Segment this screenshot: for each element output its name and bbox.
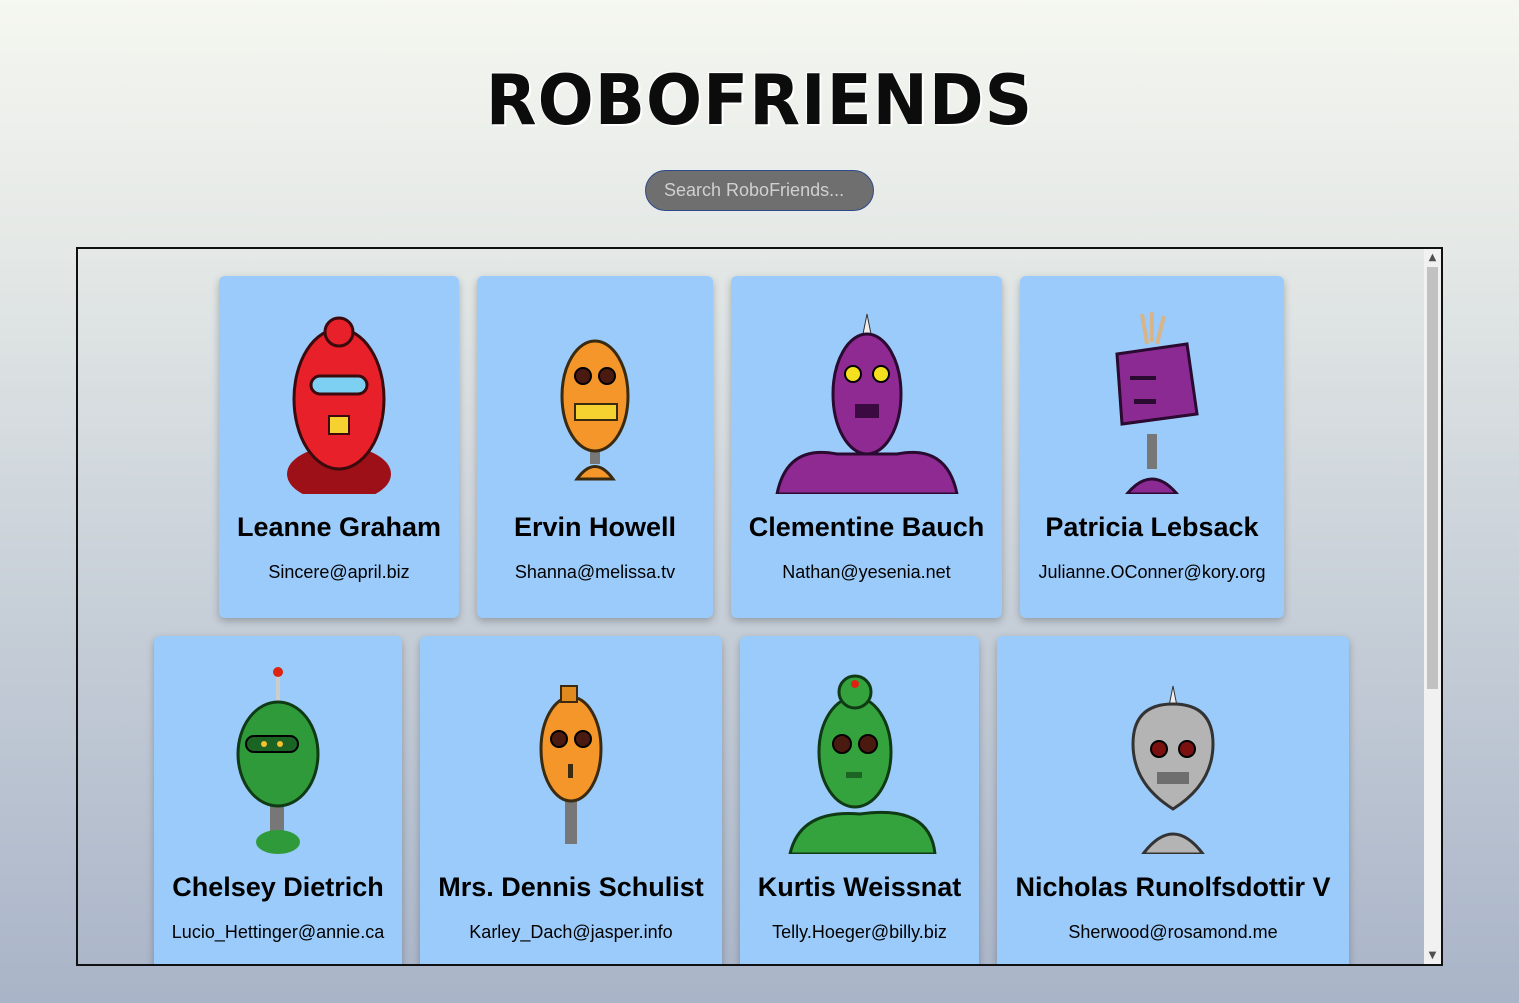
- robot-email: Telly.Hoeger@billy.biz: [772, 922, 947, 942]
- robot-name: Clementine Bauch: [748, 512, 985, 542]
- robot-name: Patricia Lebsack: [1045, 512, 1259, 542]
- robot-email: Sherwood@rosamond.me: [1068, 922, 1278, 942]
- robot-email: Karley_Dach@jasper.info: [469, 922, 673, 942]
- robot-name: Leanne Graham: [236, 512, 442, 542]
- robot-card[interactable]: Kurtis Weissnat Telly.Hoeger@billy.biz: [740, 636, 979, 964]
- robot-card[interactable]: Clementine Bauch Nathan@yesenia.net: [731, 276, 1002, 618]
- page-title: RoboFriends: [485, 60, 1034, 141]
- search-input[interactable]: [645, 170, 874, 211]
- robot-email: Shanna@melissa.tv: [514, 562, 676, 582]
- red-robot-icon: [287, 316, 391, 494]
- robot-email: Lucio_Hettinger@annie.ca: [171, 922, 385, 942]
- robot-name: Ervin Howell: [513, 512, 677, 542]
- vertical-scrollbar[interactable]: ▲ ▼: [1424, 249, 1441, 964]
- purple-robot-icon: [1115, 312, 1199, 494]
- robot-email: Sincere@april.biz: [268, 562, 410, 582]
- scrollbar-thumb[interactable]: [1427, 267, 1438, 689]
- green-robot-icon: [787, 674, 937, 854]
- scroll-up-arrow-icon[interactable]: ▲: [1424, 249, 1441, 266]
- robot-name: Nicholas Runolfsdottir V: [1015, 872, 1331, 902]
- purple-robot-icon: [774, 313, 959, 494]
- robot-card[interactable]: Mrs. Dennis Schulist Karley_Dach@jasper.…: [420, 636, 722, 964]
- robot-name: Chelsey Dietrich: [172, 872, 384, 902]
- orange-robot-icon: [560, 339, 630, 481]
- robot-card[interactable]: Nicholas Runolfsdottir V Sherwood@rosamo…: [997, 636, 1349, 964]
- robot-card[interactable]: Leanne Graham Sincere@april.biz: [219, 276, 459, 618]
- robot-name: Mrs. Dennis Schulist: [438, 872, 704, 902]
- robot-name: Kurtis Weissnat: [757, 872, 962, 902]
- robot-email: Nathan@yesenia.net: [782, 562, 951, 582]
- robot-email: Julianne.OConner@kory.org: [1038, 562, 1266, 582]
- card-list-scroll-container[interactable]: Leanne Graham Sincere@april.biz Ervin Ho…: [76, 247, 1443, 966]
- robot-card[interactable]: Chelsey Dietrich Lucio_Hettinger@annie.c…: [154, 636, 402, 964]
- robot-card[interactable]: Patricia Lebsack Julianne.OConner@kory.o…: [1020, 276, 1284, 618]
- gray-robot-icon: [1131, 685, 1215, 854]
- robot-card[interactable]: Ervin Howell Shanna@melissa.tv: [477, 276, 713, 618]
- green-robot-icon: [236, 667, 320, 854]
- orange-robot-icon: [539, 685, 603, 844]
- scroll-down-arrow-icon[interactable]: ▼: [1424, 947, 1441, 964]
